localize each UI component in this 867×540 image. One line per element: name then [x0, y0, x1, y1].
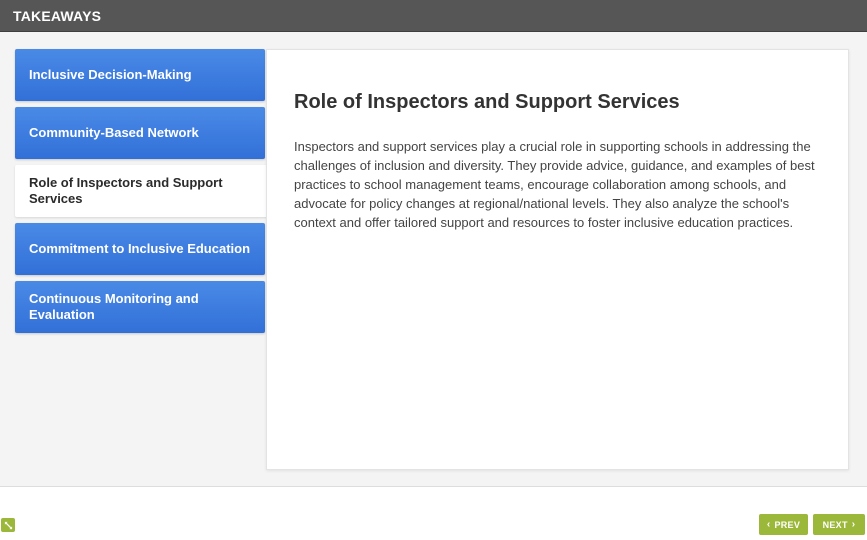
chevron-left-icon: ‹ [766, 519, 771, 530]
expand-button[interactable] [1, 518, 15, 532]
chevron-right-icon: › [851, 519, 856, 530]
content-body: Inspectors and support services play a c… [294, 139, 815, 230]
tab-role-of-inspectors[interactable]: Role of Inspectors and Support Services [15, 165, 268, 217]
tab-label: Inclusive Decision-Making [29, 67, 192, 82]
prev-label: PREV [774, 519, 801, 530]
footer-bar: ‹ PREV NEXT › [0, 488, 867, 540]
tab-label: Continuous Monitoring and Evaluation [29, 291, 199, 322]
content-panel: Role of Inspectors and Support Services … [266, 49, 849, 470]
tab-commitment-inclusive-education[interactable]: Commitment to Inclusive Education [15, 223, 265, 275]
header-bar: TAKEAWAYS [0, 0, 867, 32]
expand-icon [4, 521, 12, 529]
tab-label: Role of Inspectors and Support Services [29, 175, 223, 206]
next-label: NEXT [822, 519, 848, 530]
prev-button[interactable]: ‹ PREV [759, 514, 808, 535]
tab-community-based-network[interactable]: Community-Based Network [15, 107, 265, 159]
next-button[interactable]: NEXT › [813, 514, 865, 535]
tab-continuous-monitoring[interactable]: Continuous Monitoring and Evaluation [15, 281, 265, 333]
content-heading: Role of Inspectors and Support Services [294, 91, 680, 113]
tab-label: Community-Based Network [29, 125, 199, 140]
tab-label: Commitment to Inclusive Education [29, 241, 251, 256]
content-stage: Inclusive Decision-Making Community-Base… [0, 32, 867, 487]
tab-list: Inclusive Decision-Making Community-Base… [15, 49, 268, 339]
tab-inclusive-decision-making[interactable]: Inclusive Decision-Making [15, 49, 265, 101]
page-title: TAKEAWAYS [13, 8, 102, 24]
